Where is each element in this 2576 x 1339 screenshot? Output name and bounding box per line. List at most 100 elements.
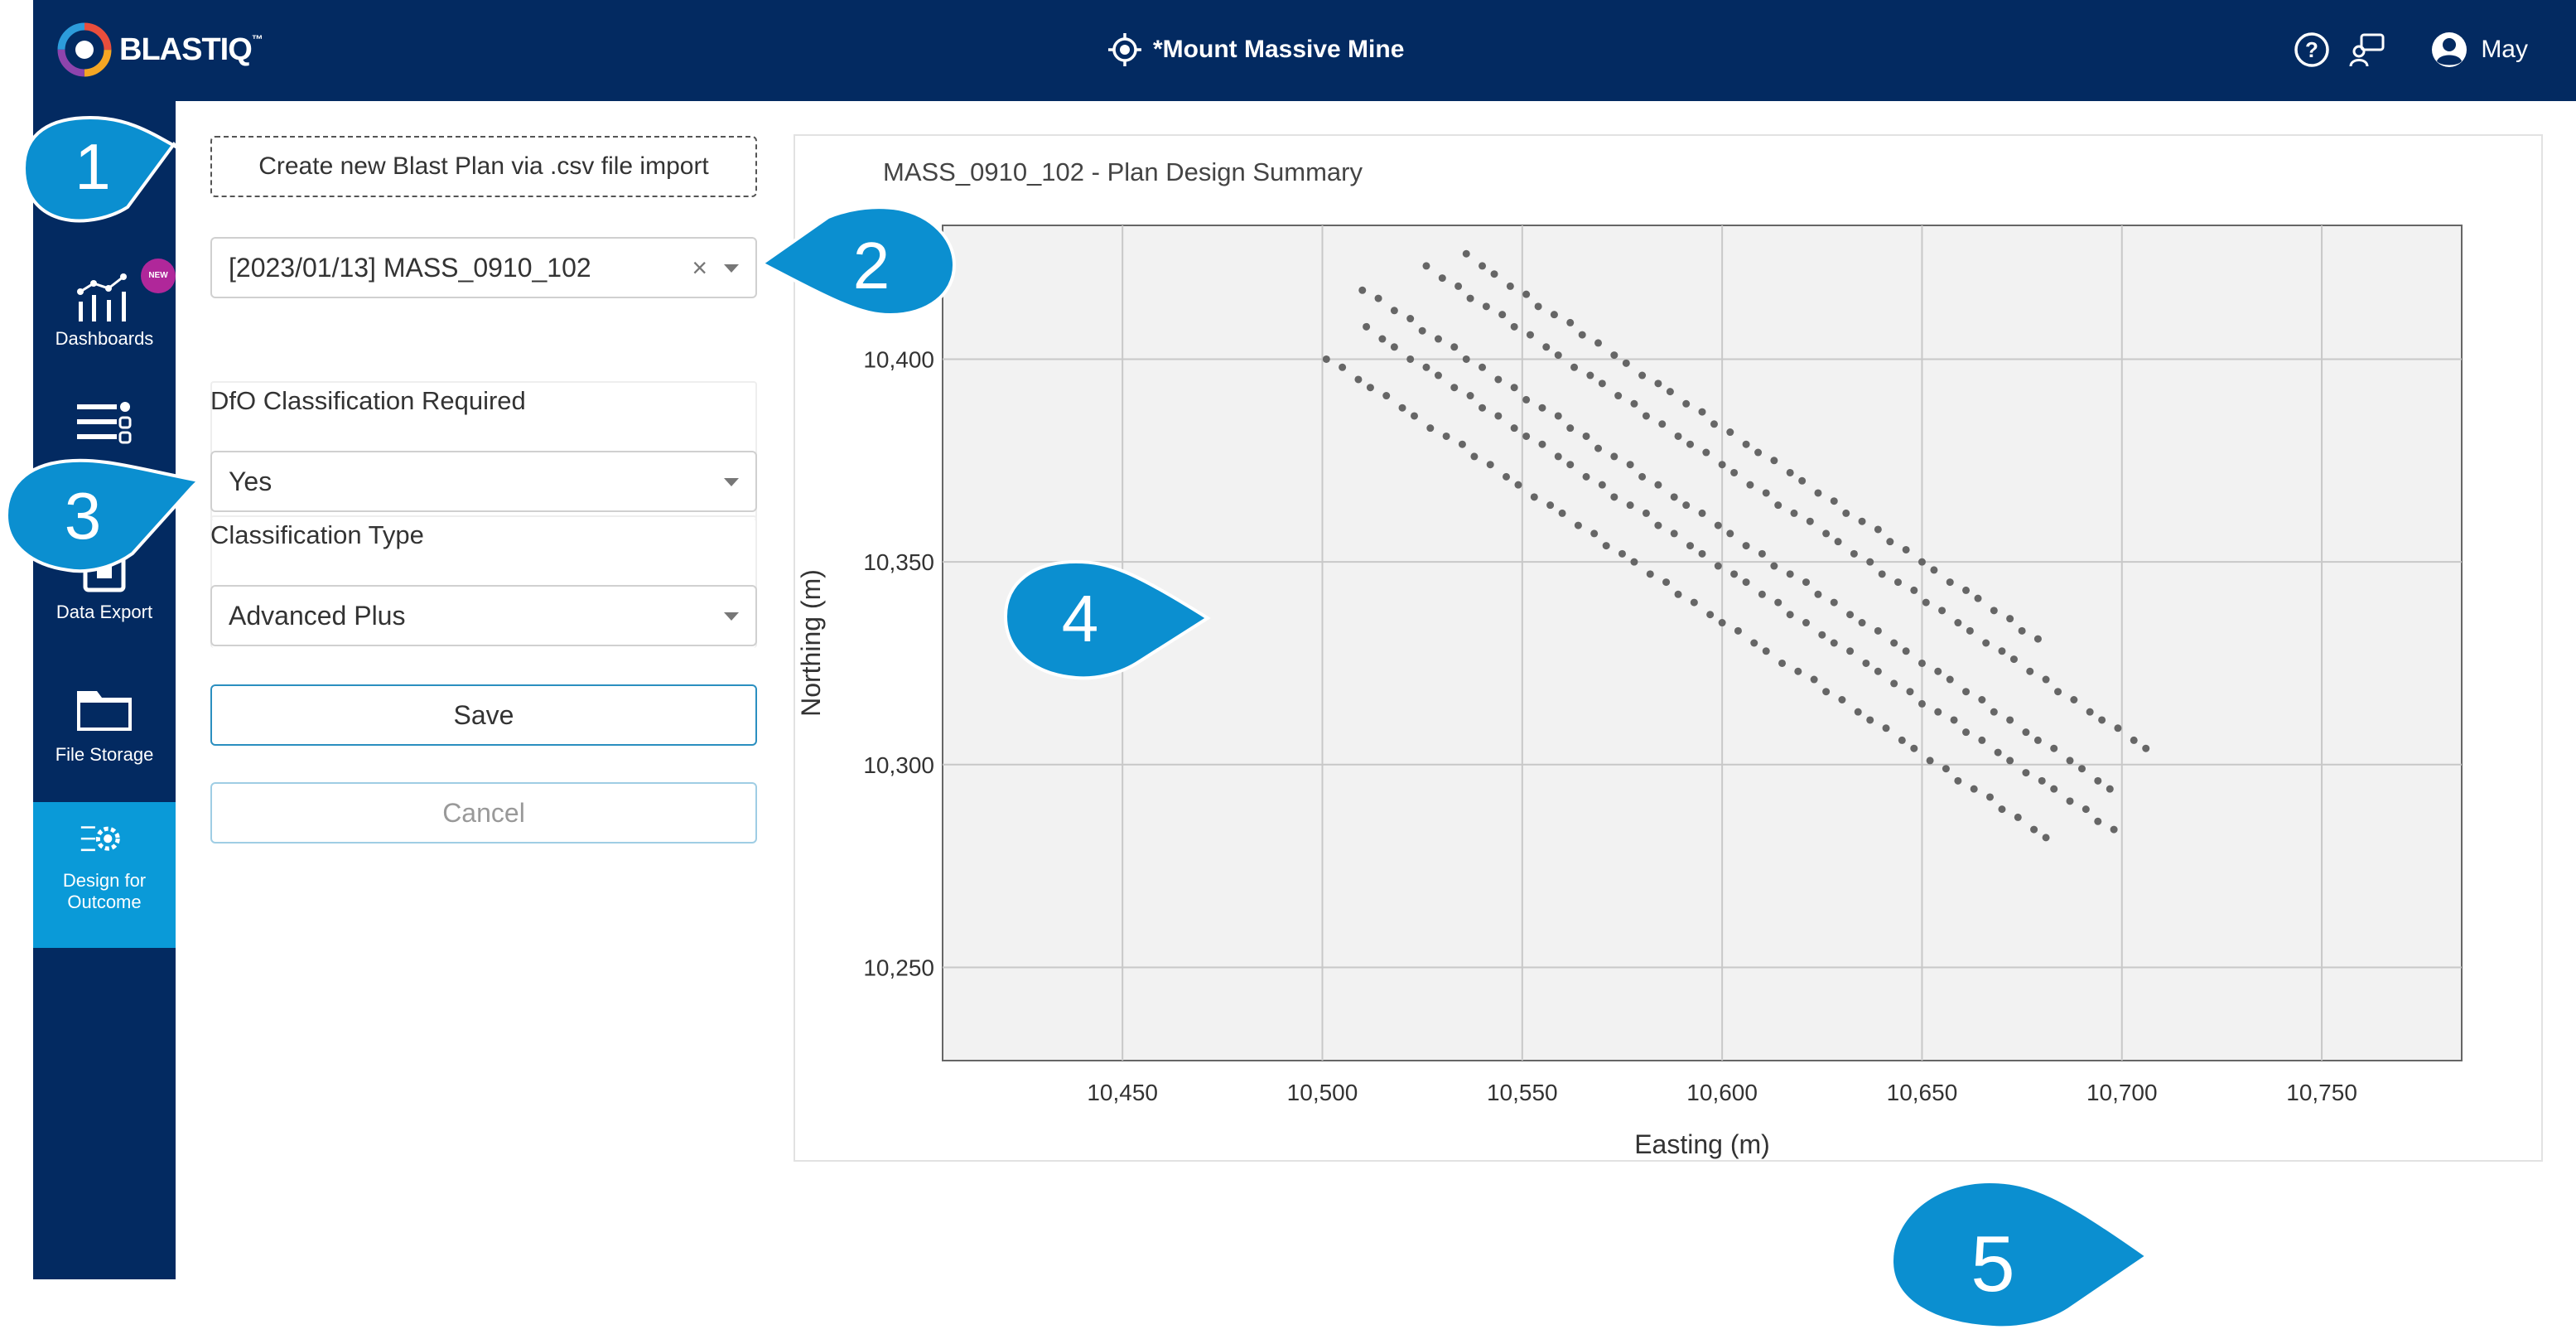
chevron-down-icon[interactable] [724,612,739,621]
site-selector[interactable]: *Mount Massive Mine [1107,25,1404,75]
blast-hole-point [1818,631,1826,639]
blast-hole-point [1450,384,1459,392]
blast-hole-point [1982,639,1990,647]
sidebar-item-label: Data Export [55,602,153,622]
blast-hole-point [1950,716,1958,724]
blast-hole-point [1574,521,1582,529]
blast-hole-point [1534,302,1542,311]
blast-hole-point [1790,509,1798,517]
blast-hole-point [1622,359,1630,367]
clear-icon[interactable]: × [692,239,707,297]
blast-hole-point [1630,558,1638,566]
blast-hole-point [1830,497,1838,505]
blast-hole-point [1566,461,1575,469]
blast-hole-point [1566,318,1575,326]
sidebar-item-design-for-outcome[interactable]: Design for Outcome [33,802,176,948]
callout-number: 4 [1062,582,1099,655]
sidebar-item-dashboards[interactable]: NEW Dashboards [33,259,176,350]
blast-hole-point [2098,716,2106,724]
blast-hole-point [1486,461,1494,469]
brand-logo[interactable]: BLASTIQ™ [55,18,263,81]
blast-hole-point [1406,315,1415,323]
blast-hole-point [1810,675,1818,684]
blast-hole-point [2086,708,2094,716]
blast-hole-point [2142,744,2150,752]
blast-hole-point [2054,688,2062,696]
blast-hole-point [1866,716,1874,724]
blast-hole-point [1390,307,1398,315]
callout-number: 3 [65,479,102,553]
blast-hole-point [1794,667,1802,675]
blast-hole-point [1846,611,1855,619]
blast-hole-point [2130,736,2138,744]
help-button[interactable]: ? [2292,30,2332,70]
classification-type-select[interactable]: Advanced Plus [210,585,757,646]
blast-hole-point [1954,619,1962,627]
callout-2: 2 [754,199,961,323]
callout-4: 4 [997,553,1214,686]
x-tick-label: 10,500 [1287,1080,1358,1105]
blast-hole-point [1618,549,1626,558]
blast-hole-point [1470,452,1479,461]
blast-hole-point [1522,290,1531,298]
blast-hole-point [1674,590,1682,598]
user-menu[interactable]: May [2429,30,2528,70]
blast-hole-point [1918,699,1926,708]
top-actions: ? May [2275,25,2528,75]
blast-hole-point [1514,481,1522,489]
blast-hole-point [2033,736,2042,744]
x-tick-label: 10,600 [1686,1080,1758,1105]
site-name: *Mount Massive Mine [1153,36,1405,63]
classification-type-value: Advanced Plus [229,601,406,631]
blast-hole-point [1542,343,1551,351]
blast-hole-point [1594,444,1603,452]
blast-hole-point [1830,598,1838,607]
blast-plan-select[interactable]: [2023/01/13] MASS_0910_102 × [210,237,757,298]
blast-hole-point [2066,757,2074,765]
blast-hole-point [1893,578,1902,587]
blast-hole-point [1503,472,1511,481]
sidebar-item-file-storage[interactable]: File Storage [33,674,176,766]
blast-hole-point [2033,635,2042,643]
blast-hole-point [1510,322,1518,331]
blast-hole-point [1706,611,1715,619]
blast-hole-point [2082,805,2090,814]
chevron-down-icon[interactable] [724,478,739,486]
design-gear-icon [80,826,120,852]
csv-import-button[interactable]: Create new Blast Plan via .csv file impo… [210,136,757,197]
blast-hole-point [1758,590,1766,598]
y-tick-label: 10,350 [863,549,934,575]
blast-hole-point [1670,529,1678,538]
blast-hole-point [1858,619,1866,627]
blast-hole-point [1418,326,1426,335]
blast-hole-point [1742,578,1750,587]
dfo-classification-label: DfO Classification Required [210,386,526,415]
blast-hole-point [1510,384,1518,392]
x-tick-label: 10,650 [1887,1080,1958,1105]
save-button[interactable]: Save [210,684,757,746]
blast-hole-point [1962,728,1971,737]
blast-hole-point [2094,817,2102,825]
folder-icon [77,691,132,731]
blast-hole-point [1742,542,1750,550]
blast-hole-point [1878,570,1886,578]
blast-hole-point [1390,343,1398,351]
blast-hole-point [1774,501,1782,510]
callout-number: 5 [1971,1220,2014,1308]
blast-hole-point [1614,392,1623,400]
blast-hole-point [2014,813,2022,821]
dfo-classification-select[interactable]: Yes [210,451,757,512]
blast-hole-point [1962,688,1971,696]
blast-hole-point [1954,776,1962,785]
blast-hole-point [1462,249,1470,258]
blast-hole-point [1438,274,1446,283]
chevron-down-icon[interactable] [724,264,739,273]
blast-hole-point [1598,379,1606,388]
support-button[interactable] [2348,30,2388,70]
blast-hole-point [1674,432,1682,440]
blast-hole-point [1434,371,1442,379]
blast-hole-point [1698,408,1706,416]
cancel-button[interactable]: Cancel [210,782,757,844]
blast-hole-point [1934,708,1942,716]
blast-hole-point [1479,363,1487,371]
